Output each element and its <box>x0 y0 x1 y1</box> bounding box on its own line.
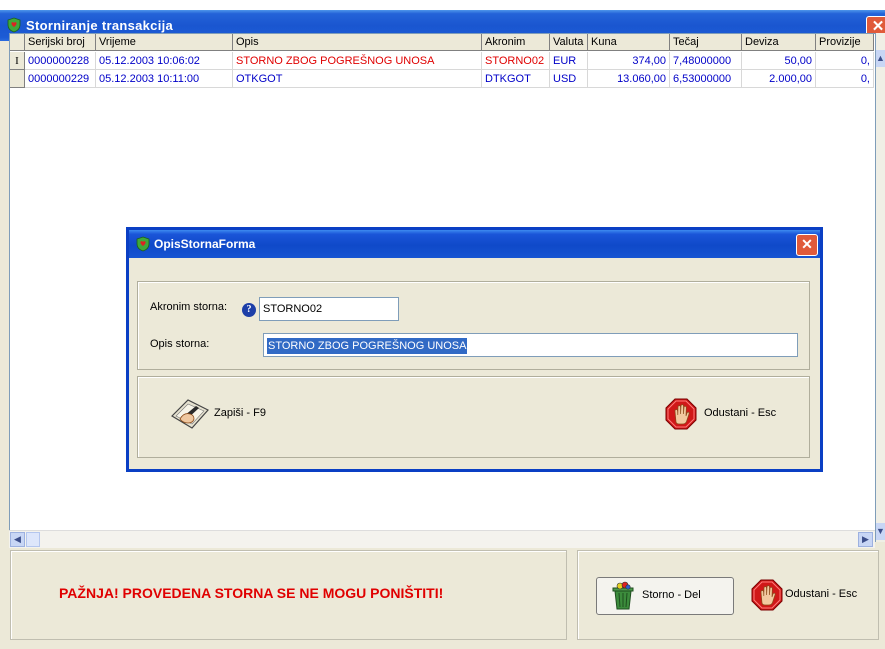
cell-serial[interactable]: 0000000229 <box>25 70 96 88</box>
action-panel: Storno - Del Odustani - Esc <box>577 550 879 640</box>
save-button[interactable]: Zapiši - F9 <box>170 394 280 434</box>
row-indicator: I <box>10 52 25 70</box>
stop-hand-icon <box>751 579 783 611</box>
cell-foreign[interactable]: 2.000,00 <box>742 70 816 88</box>
row-indicator <box>10 70 25 88</box>
vertical-scrollbar[interactable]: ▲ ▼ <box>876 33 885 542</box>
cell-rate[interactable]: 6,53000000 <box>670 70 742 88</box>
column-header[interactable]: Serijski broj <box>25 34 96 51</box>
grid-header: Serijski broj Vrijeme Opis Akronim Valut… <box>10 34 874 52</box>
cell-time[interactable]: 05.12.2003 10:11:00 <box>96 70 233 88</box>
horizontal-scrollbar[interactable]: ◀ ▶ <box>9 530 875 548</box>
column-header[interactable]: Akronim <box>482 34 550 51</box>
window-title: Storniranje transakcija <box>26 18 174 33</box>
acronym-input[interactable]: STORNO02 <box>259 297 399 321</box>
cell-commission[interactable]: 0, <box>816 70 874 88</box>
cell-rate[interactable]: 7,48000000 <box>670 52 742 70</box>
column-header[interactable]: Opis <box>233 34 482 51</box>
cancel-button[interactable]: Odustani - Esc <box>746 577 874 615</box>
warning-panel: PAŽNJA! PROVEDENA STORNA SE NE MOGU PONI… <box>10 550 567 640</box>
column-header[interactable]: Valuta <box>550 34 588 51</box>
column-header[interactable]: Kuna <box>588 34 670 51</box>
question-icon[interactable]: ? <box>242 303 256 317</box>
column-header[interactable]: Tečaj <box>670 34 742 51</box>
dialog-title: OpisStornaForma <box>154 237 256 251</box>
shield-heart-icon <box>136 236 150 252</box>
cell-kuna[interactable]: 13.060,00 <box>588 70 670 88</box>
cell-kuna[interactable]: 374,00 <box>588 52 670 70</box>
storno-button[interactable]: Storno - Del <box>596 577 734 615</box>
scroll-thumb[interactable] <box>26 532 40 547</box>
cancel-label: Odustani - Esc <box>785 588 858 600</box>
storno-dialog: OpisStornaForma ✕ Akronim storna: ? STOR… <box>126 227 823 472</box>
cell-currency[interactable]: EUR <box>550 52 588 70</box>
column-header[interactable]: Deviza <box>742 34 816 51</box>
dialog-cancel-button[interactable]: Odustani - Esc <box>663 394 793 434</box>
cell-serial[interactable]: 0000000228 <box>25 52 96 70</box>
dialog-titlebar[interactable]: OpisStornaForma ✕ <box>129 230 820 258</box>
cell-acronym[interactable]: STORNO02 <box>482 52 550 70</box>
warning-text: PAŽNJA! PROVEDENA STORNA SE NE MOGU PONI… <box>59 585 444 601</box>
scroll-left-icon[interactable]: ◀ <box>10 532 25 547</box>
scroll-down-icon[interactable]: ▼ <box>876 523 885 540</box>
description-label: Opis storna: <box>150 338 210 350</box>
save-label: Zapiši - F9 <box>214 407 266 419</box>
hand-pen-icon <box>171 399 209 429</box>
dialog-fields-panel: Akronim storna: ? STORNO02 Opis storna: … <box>137 281 810 370</box>
dialog-close-button[interactable]: ✕ <box>796 234 818 256</box>
stop-hand-icon <box>665 398 697 430</box>
cell-acronym[interactable]: DTKGOT <box>482 70 550 88</box>
table-row[interactable]: I 0000000228 05.12.2003 10:06:02 STORNO … <box>10 52 874 70</box>
cell-description[interactable]: OTKGOT <box>233 70 482 88</box>
column-header[interactable]: Provizije <box>816 34 874 51</box>
description-input[interactable]: STORNO ZBOG POGREŠNOG UNOSA <box>263 333 798 357</box>
cell-foreign[interactable]: 50,00 <box>742 52 816 70</box>
cell-commission[interactable]: 0, <box>816 52 874 70</box>
storno-label: Storno - Del <box>642 589 701 601</box>
cell-description[interactable]: STORNO ZBOG POGREŠNOG UNOSA <box>233 52 482 70</box>
close-icon: ✕ <box>801 236 813 252</box>
trash-bin-icon <box>612 581 634 610</box>
cell-currency[interactable]: USD <box>550 70 588 88</box>
scroll-right-icon[interactable]: ▶ <box>858 532 873 547</box>
dialog-cancel-label: Odustani - Esc <box>704 407 777 419</box>
cell-time[interactable]: 05.12.2003 10:06:02 <box>96 52 233 70</box>
dialog-buttons-panel: Zapiši - F9 Odustani - Esc <box>137 376 810 458</box>
description-selected-text: STORNO ZBOG POGREŠNOG UNOSA <box>267 338 468 354</box>
shield-heart-icon <box>7 17 21 33</box>
table-row[interactable]: 0000000229 05.12.2003 10:11:00 OTKGOT DT… <box>10 70 874 88</box>
column-header[interactable]: Vrijeme <box>96 34 233 51</box>
scroll-up-icon[interactable]: ▲ <box>876 50 885 67</box>
header-indicator <box>10 34 25 51</box>
acronym-label: Akronim storna: <box>150 301 228 313</box>
